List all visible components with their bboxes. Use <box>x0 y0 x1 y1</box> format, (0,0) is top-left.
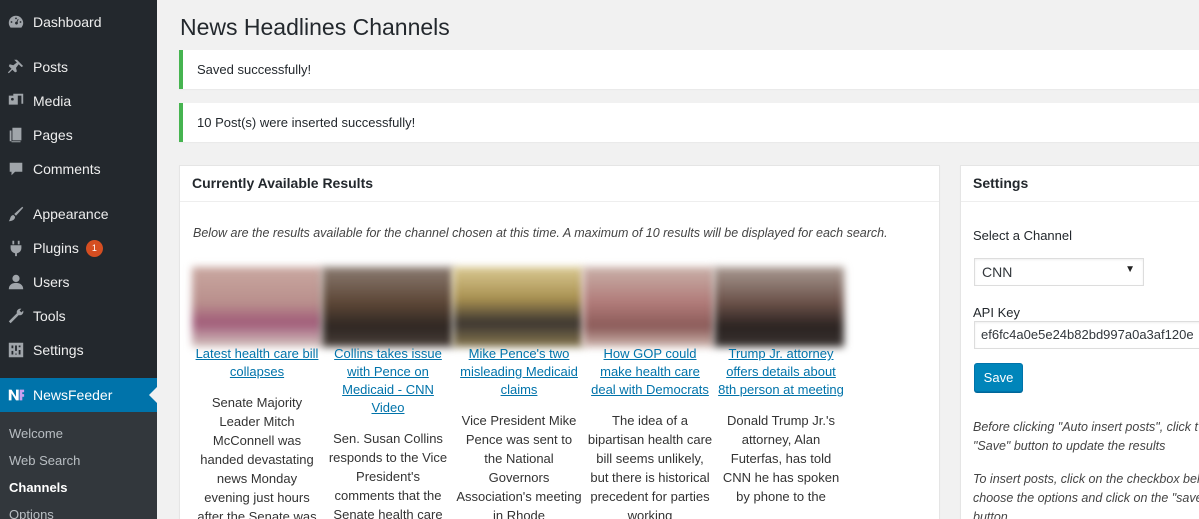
result-item-1: Latest health care bill collapses Senate… <box>194 345 320 519</box>
result-title-link-4[interactable]: How GOP could make health care deal with… <box>587 345 713 399</box>
result-thumbnails <box>192 267 844 347</box>
newsfeeder-logo-icon <box>6 385 26 405</box>
wrench-icon <box>6 306 26 326</box>
dashboard-icon <box>6 12 26 32</box>
pin-icon <box>6 57 26 77</box>
result-item-5: Trump Jr. attorney offers details about … <box>718 345 844 506</box>
result-thumbnail-1[interactable] <box>192 267 323 347</box>
result-title-link-3[interactable]: Mike Pence's two misleading Medicaid cla… <box>456 345 582 399</box>
api-key-input[interactable]: ef6fc4a0e5e24b82bd997a0a3af120e <box>974 321 1199 349</box>
settings-heading: Settings <box>961 166 1199 202</box>
menu-settings-label: Settings <box>33 342 84 358</box>
dropdown-arrow-icon: ▼ <box>1125 264 1135 275</box>
result-item-4: How GOP could make health care deal with… <box>587 345 713 519</box>
result-summary-3: Vice President Mike Pence was sent to th… <box>456 413 582 519</box>
submenu-channels[interactable]: Channels <box>9 480 68 495</box>
result-thumbnail-5[interactable] <box>713 267 844 347</box>
results-heading: Currently Available Results <box>180 166 939 202</box>
menu-users[interactable]: Users <box>0 265 157 299</box>
results-description: Below are the results available for the … <box>193 226 888 240</box>
result-item-2: Collins takes issue with Pence on Medica… <box>325 345 451 519</box>
menu-dashboard-label: Dashboard <box>33 14 102 30</box>
result-summary-4: The idea of a bipartisan health care bil… <box>587 413 713 519</box>
users-icon <box>6 272 26 292</box>
insert-posts-help-text: To insert posts, click on the checkbox b… <box>973 472 1199 519</box>
results-panel: Currently Available Results Below are th… <box>179 165 940 519</box>
menu-media[interactable]: Media <box>0 84 157 118</box>
media-icon <box>6 91 26 111</box>
menu-plugins[interactable]: Plugins 1 <box>0 231 157 265</box>
result-summary-1: Senate Majority Leader Mitch McConnell w… <box>197 395 317 519</box>
menu-posts[interactable]: Posts <box>0 50 157 84</box>
channel-label: Select a Channel <box>973 228 1073 243</box>
update-count-badge: 1 <box>85 239 103 257</box>
save-button[interactable]: Save <box>974 363 1023 392</box>
menu-posts-label: Posts <box>33 59 69 75</box>
result-thumbnail-4[interactable] <box>583 267 714 347</box>
settings-icon <box>6 340 26 360</box>
success-notice-saved: Saved successfully! <box>179 50 1199 89</box>
menu-newsfeeder[interactable]: NewsFeeder <box>0 378 157 412</box>
menu-settings[interactable]: Settings <box>0 333 157 367</box>
result-thumbnail-2[interactable] <box>322 267 453 347</box>
menu-dashboard[interactable]: Dashboard <box>0 5 157 39</box>
page-title: News Headlines Channels <box>180 14 450 40</box>
menu-media-label: Media <box>33 93 72 109</box>
channel-select-value: CNN <box>982 264 1013 280</box>
brush-icon <box>6 204 26 224</box>
menu-tools-label: Tools <box>33 308 66 324</box>
settings-panel: Settings Select a Channel CNN ▼ API Key … <box>960 165 1199 519</box>
menu-pages-label: Pages <box>33 127 73 143</box>
menu-pages[interactable]: Pages <box>0 118 157 152</box>
comment-icon <box>6 159 26 179</box>
menu-newsfeeder-label: NewsFeeder <box>33 387 113 403</box>
result-thumbnail-3[interactable] <box>452 267 584 347</box>
result-item-3: Mike Pence's two misleading Medicaid cla… <box>456 345 582 519</box>
menu-appearance[interactable]: Appearance <box>0 197 157 231</box>
menu-comments[interactable]: Comments <box>0 152 157 186</box>
newsfeeder-submenu: Welcome Web Search Channels Options <box>0 412 157 519</box>
submenu-options[interactable]: Options <box>9 507 54 519</box>
result-title-link-5[interactable]: Trump Jr. attorney offers details about … <box>718 345 844 399</box>
api-key-label: API Key <box>973 305 1020 320</box>
pages-icon <box>6 125 26 145</box>
menu-comments-label: Comments <box>33 161 101 177</box>
menu-plugins-label: Plugins <box>33 240 79 256</box>
plugin-icon <box>6 238 26 258</box>
result-summary-5: Donald Trump Jr.'s attorney, Alan Futerf… <box>722 413 840 504</box>
auto-insert-help-text: Before clicking "Auto insert posts", cli… <box>973 420 1198 453</box>
submenu-web-search[interactable]: Web Search <box>9 453 80 468</box>
result-summary-2: Sen. Susan Collins responds to the Vice … <box>328 431 448 519</box>
menu-users-label: Users <box>33 274 70 290</box>
menu-appearance-label: Appearance <box>33 206 109 222</box>
success-notice-inserted: 10 Post(s) were inserted successfully! <box>179 103 1199 142</box>
result-title-link-1[interactable]: Latest health care bill collapses <box>194 345 320 381</box>
result-title-link-2[interactable]: Collins takes issue with Pence on Medica… <box>325 345 451 417</box>
menu-tools[interactable]: Tools <box>0 299 157 333</box>
admin-sidebar: Dashboard Posts Media Pages Comments App… <box>0 0 157 519</box>
channel-select[interactable]: CNN ▼ <box>974 258 1144 286</box>
submenu-welcome[interactable]: Welcome <box>9 426 63 441</box>
